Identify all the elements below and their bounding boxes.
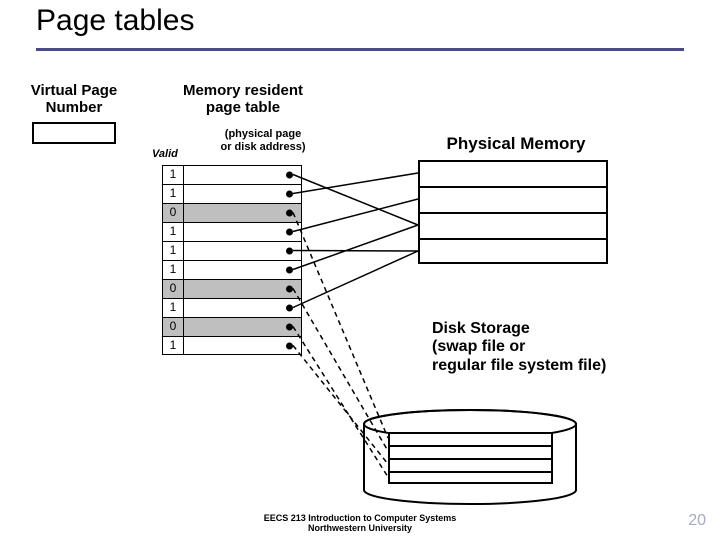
disk-slot	[390, 460, 551, 473]
addr-cell	[184, 203, 302, 222]
page-table-row: 1	[162, 184, 302, 203]
page-title: Page tables	[36, 4, 194, 38]
footer: EECS 213 Introduction to Computer System…	[0, 514, 720, 534]
page-table-row: 1	[162, 241, 302, 260]
valid-cell: 0	[162, 279, 184, 298]
addr-cell	[184, 317, 302, 336]
page-table-row: 1	[162, 298, 302, 317]
valid-cell: 1	[162, 298, 184, 317]
mrpt-label: Memory resident page table	[158, 82, 328, 117]
title-underline	[36, 48, 684, 51]
valid-cell: 0	[162, 317, 184, 336]
page-table-row: 0	[162, 203, 302, 222]
valid-cell: 1	[162, 184, 184, 203]
footer-line2: Northwestern University	[0, 524, 720, 534]
physmem-label: Physical Memory	[416, 134, 616, 154]
mem-slot	[420, 162, 606, 188]
valid-cell: 1	[162, 222, 184, 241]
addr-cell	[184, 336, 302, 355]
addr-cell	[184, 298, 302, 317]
disk-slot	[390, 434, 551, 447]
dot-icon	[286, 248, 293, 255]
mem-slot	[420, 214, 606, 240]
page-table-row: 1	[162, 336, 302, 355]
valid-label: Valid	[152, 148, 178, 161]
valid-cell: 1	[162, 260, 184, 279]
vpn-box	[32, 122, 116, 144]
page-table-row: 0	[162, 317, 302, 336]
valid-cell: 1	[162, 241, 184, 260]
dot-icon	[286, 324, 293, 331]
dot-icon	[286, 210, 293, 217]
slide: Page tables Virtual Page Number Memory r…	[0, 0, 720, 540]
page-table-row: 1	[162, 165, 302, 184]
vpn-label: Virtual Page Number	[14, 82, 134, 117]
addr-cell	[184, 184, 302, 203]
dot-icon	[286, 191, 293, 198]
addr-cell	[184, 222, 302, 241]
dot-icon	[286, 342, 293, 349]
dot-icon	[286, 286, 293, 293]
addr-note-label: (physical page or disk address)	[198, 128, 328, 153]
valid-cell: 0	[162, 203, 184, 222]
dot-icon	[286, 172, 293, 179]
page-table-row: 0	[162, 279, 302, 298]
page-table: 1101110101	[162, 165, 302, 355]
disk-label: Disk Storage (swap file or regular file …	[432, 320, 692, 375]
page-table-row: 1	[162, 260, 302, 279]
valid-cell: 1	[162, 336, 184, 355]
mem-slot	[420, 240, 606, 266]
disk-slots	[388, 432, 553, 484]
mem-slot	[420, 188, 606, 214]
dot-icon	[286, 229, 293, 236]
disk-slot	[390, 473, 551, 486]
dot-icon	[286, 305, 293, 312]
addr-cell	[184, 260, 302, 279]
dot-icon	[286, 267, 293, 274]
addr-cell	[184, 241, 302, 260]
page-number: 20	[688, 512, 706, 530]
page-table-row: 1	[162, 222, 302, 241]
addr-cell	[184, 165, 302, 184]
valid-cell: 1	[162, 165, 184, 184]
phys-memory	[418, 160, 608, 264]
disk-slot	[390, 447, 551, 460]
addr-cell	[184, 279, 302, 298]
